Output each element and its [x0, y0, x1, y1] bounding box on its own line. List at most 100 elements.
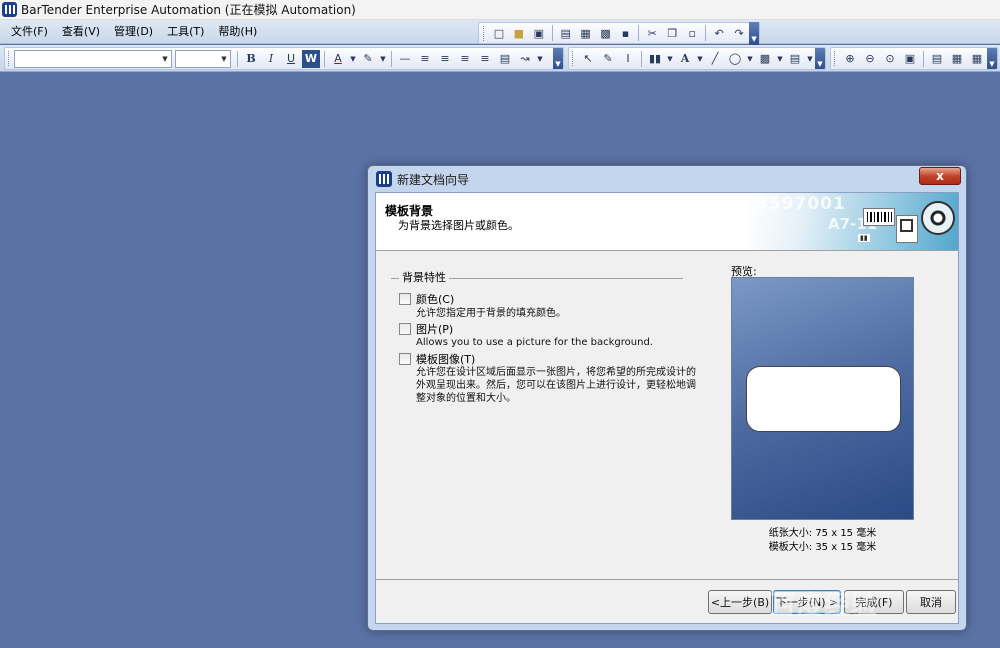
layout-tool-icon[interactable]: ▤: [786, 50, 804, 68]
pencil-icon[interactable]: ✎: [599, 50, 617, 68]
toolbar-overflow-chevron-icon[interactable]: ▼: [815, 48, 825, 69]
toolbar-separator: [391, 50, 392, 67]
paste-icon[interactable]: ▫: [683, 24, 701, 42]
dialog-title: 新建文档向导: [397, 172, 470, 187]
save-icon[interactable]: ▣: [530, 24, 548, 42]
toolbar-separator: [705, 25, 707, 41]
wizard-banner: 3597001 A7-11 ▮▮: [748, 193, 958, 250]
chevron-down-icon[interactable]: ▼: [159, 51, 171, 67]
color-checkbox[interactable]: [399, 293, 411, 305]
grid-icon[interactable]: ▦: [968, 50, 986, 68]
line-tool-icon[interactable]: ╱: [706, 50, 724, 68]
highlight-icon[interactable]: ✎: [359, 50, 377, 68]
toolbar-grip[interactable]: [834, 51, 837, 66]
background-properties-group: 背景特性: [391, 271, 683, 284]
close-icon: x: [936, 169, 944, 183]
redo-icon[interactable]: ↷: [730, 24, 748, 42]
color-option[interactable]: 颜色(C): [399, 291, 454, 307]
banner-code-text: 3597001: [756, 194, 846, 214]
font-name-combo[interactable]: ▼: [14, 49, 172, 68]
toolbar-overflow-chevron-icon[interactable]: ▼: [987, 48, 997, 69]
copy-icon[interactable]: ❐: [663, 24, 681, 42]
menu-view[interactable]: 查看(V): [55, 20, 107, 44]
rotate-icon[interactable]: ↝: [516, 50, 534, 68]
standard-toolbar: □ ■ ▣ ▤ ▦ ▩ ▪ ✂ ❐ ▫ ↶ ↷ ▼: [478, 21, 760, 45]
chevron-down-icon[interactable]: ▼: [349, 50, 357, 68]
template-image-checkbox[interactable]: [399, 353, 411, 365]
word-wrap-button[interactable]: W: [302, 49, 320, 68]
chevron-down-icon[interactable]: ▼: [806, 50, 814, 68]
toolbar-overflow-chevron-icon[interactable]: ▼: [553, 48, 563, 69]
template-image-option-label[interactable]: 模板图像(T): [416, 351, 475, 367]
menu-help[interactable]: 帮助(H): [211, 20, 264, 44]
chevron-down-icon[interactable]: ▼: [379, 50, 387, 68]
barcode-icon[interactable]: ▮▮: [646, 50, 664, 68]
image-tool-icon[interactable]: ▩: [756, 50, 774, 68]
dialog-titlebar[interactable]: 新建文档向导 x: [368, 166, 966, 192]
underline-button[interactable]: U: [282, 50, 300, 68]
page-setup-icon[interactable]: ▤: [557, 24, 575, 42]
toolbar-overflow-chevron-icon[interactable]: ▼: [749, 21, 759, 45]
justify-icon[interactable]: ≡: [476, 50, 494, 68]
window-titlebar: BarTender Enterprise Automation (正在模拟 Au…: [0, 0, 1000, 20]
print-preview-icon[interactable]: ▪: [617, 24, 635, 42]
toolbar-grip[interactable]: [572, 51, 575, 66]
shape-tool-icon[interactable]: ◯: [726, 50, 744, 68]
align-objects-icon[interactable]: ▤: [928, 50, 946, 68]
align-right-icon[interactable]: ≡: [456, 50, 474, 68]
italic-button[interactable]: I: [262, 50, 280, 68]
text-cursor-icon[interactable]: I: [619, 50, 637, 68]
print-icon[interactable]: ▩: [597, 24, 615, 42]
wizard-step-subtitle: 为背景选择图片或颜色。: [398, 219, 519, 232]
background-preview: [731, 277, 914, 520]
chevron-down-icon[interactable]: ▼: [696, 50, 704, 68]
align-center-icon[interactable]: ≡: [436, 50, 454, 68]
new-document-icon[interactable]: □: [490, 24, 508, 42]
back-button[interactable]: <上一步(B): [708, 590, 772, 614]
menu-file[interactable]: 文件(F): [4, 20, 55, 44]
toolbar-separator: [551, 25, 553, 41]
arrange-icon[interactable]: ▦: [948, 50, 966, 68]
chevron-down-icon[interactable]: ▼: [536, 50, 544, 68]
database-icon[interactable]: ▦: [577, 24, 595, 42]
zoom-out-icon[interactable]: ⊖: [861, 50, 879, 68]
open-folder-icon[interactable]: ■: [510, 24, 528, 42]
color-option-label[interactable]: 颜色(C): [416, 291, 454, 307]
new-document-wizard-dialog: 新建文档向导 x 模板背景 为背景选择图片或颜色。 3597001 A7-11 …: [367, 165, 967, 631]
font-size-combo[interactable]: ▼: [175, 49, 231, 68]
line-icon[interactable]: —: [396, 50, 414, 68]
toolbar-grip[interactable]: [8, 51, 11, 66]
chevron-down-icon[interactable]: ▼: [218, 51, 230, 67]
picture-option[interactable]: 图片(P): [399, 321, 453, 337]
barcode-label-icon: [863, 208, 895, 226]
bartender-logo-icon: [376, 171, 392, 187]
cut-icon[interactable]: ✂: [643, 24, 661, 42]
picture-option-label[interactable]: 图片(P): [416, 321, 453, 337]
close-button[interactable]: x: [919, 167, 961, 185]
chevron-down-icon[interactable]: ▼: [746, 50, 754, 68]
chevron-down-icon[interactable]: ▼: [776, 50, 784, 68]
rfid-tag-icon: ▮▮: [858, 234, 870, 242]
picture-checkbox[interactable]: [399, 323, 411, 335]
zoom-page-icon[interactable]: ▣: [901, 50, 919, 68]
cd-disc-icon: [921, 201, 955, 235]
color-option-description: 允许您指定用于背景的填充颜色。: [416, 308, 566, 319]
format-toolbar: ▼ ▼ B I U W A ▼ ✎ ▼ — ≡ ≡ ≡ ≡ ▤ ↝ ▼ ▼: [4, 47, 564, 70]
align-left-icon[interactable]: ≡: [416, 50, 434, 68]
chevron-down-icon[interactable]: ▼: [666, 50, 674, 68]
cancel-button[interactable]: 取消: [906, 590, 956, 614]
menu-manage[interactable]: 管理(D): [107, 20, 160, 44]
text-tool-button[interactable]: A: [676, 50, 694, 68]
wizard-header: 模板背景 为背景选择图片或颜色。 3597001 A7-11 ▮▮: [376, 193, 958, 251]
toolbar-grip[interactable]: [483, 25, 486, 41]
bold-button[interactable]: B: [242, 50, 260, 68]
distribute-icon[interactable]: ▤: [496, 50, 514, 68]
zoom-in-icon[interactable]: ⊕: [841, 50, 859, 68]
paper-size-text: 纸张大小: 75 x 15 毫米: [768, 528, 877, 539]
pointer-icon[interactable]: ↖: [579, 50, 597, 68]
menu-tools[interactable]: 工具(T): [160, 20, 211, 44]
zoom-fit-icon[interactable]: ⊙: [881, 50, 899, 68]
font-color-button[interactable]: A: [329, 50, 347, 68]
template-image-option[interactable]: 模板图像(T): [399, 351, 475, 367]
undo-icon[interactable]: ↶: [710, 24, 728, 42]
